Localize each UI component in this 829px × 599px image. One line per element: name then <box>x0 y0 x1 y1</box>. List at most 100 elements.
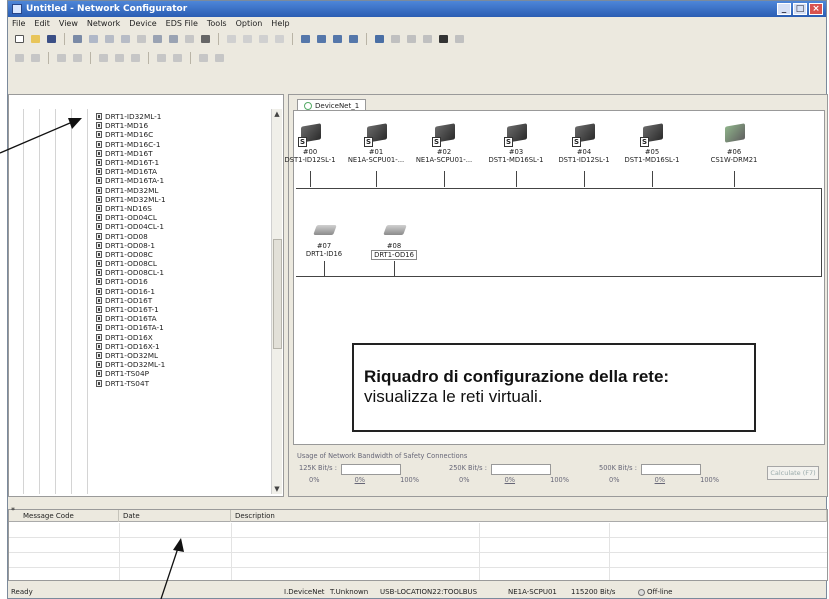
redo-icon[interactable] <box>119 33 132 45</box>
tree-item[interactable]: DRT1-MD16T-1 <box>96 158 166 167</box>
status-bar: Ready I.DeviceNet T.Unknown USB-LOCATION… <box>8 585 828 599</box>
safety-upload-icon[interactable] <box>55 52 68 64</box>
tree-item[interactable]: DRT1-MD16TA-1 <box>96 176 166 185</box>
save-icon[interactable] <box>45 33 58 45</box>
copy-icon[interactable] <box>241 33 254 45</box>
small-icons-icon[interactable] <box>315 33 328 45</box>
menu-file[interactable]: File <box>12 19 25 28</box>
network-device-node[interactable]: S #05 DST1-MD16SL-1 <box>620 123 684 164</box>
properties-icon[interactable] <box>71 33 84 45</box>
menu-network[interactable]: Network <box>87 19 120 28</box>
tree-item[interactable]: DRT1-ID32ML-1 <box>96 112 166 121</box>
large-icons-icon[interactable] <box>299 33 312 45</box>
scroll-up-icon[interactable]: ▲ <box>272 109 282 119</box>
tree-item[interactable]: DRT1-MD16 <box>96 121 166 130</box>
network-device-node[interactable]: S #03 DST1-MD16SL-1 <box>484 123 548 164</box>
verify-icon[interactable] <box>183 33 196 45</box>
network-device-node[interactable]: S #01 NE1A-SCPU01-... <box>344 123 408 164</box>
tree-item[interactable]: DRT1-OD16TA-1 <box>96 323 166 332</box>
move-device-icon[interactable] <box>129 52 142 64</box>
tree-item[interactable]: DRT1-OD16T-1 <box>96 305 166 314</box>
network-canvas[interactable]: Riquadro di configurazione della rete: v… <box>284 110 825 445</box>
network-device-node[interactable]: S #04 DST1-ID12SL-1 <box>552 123 616 164</box>
scroll-down-icon[interactable]: ▼ <box>272 484 282 494</box>
tree-item[interactable]: DRT1-TS04P <box>96 369 166 378</box>
network-device-node[interactable]: #06 CS1W-DRM21 <box>702 123 766 164</box>
network-device-node[interactable]: #07 DRT1-ID16 <box>292 217 356 258</box>
tree-item[interactable]: DRT1-OD32ML <box>96 351 166 360</box>
tree-scrollbar[interactable]: ▲ ▼ <box>271 109 282 494</box>
tree-item[interactable]: DRT1-ND16S <box>96 204 166 213</box>
upload-icon[interactable] <box>405 33 418 45</box>
new-file-icon[interactable] <box>13 33 26 45</box>
list-icon[interactable] <box>87 33 100 45</box>
tree-item[interactable]: DRT1-OD08CL <box>96 259 166 268</box>
tree-item[interactable]: DRT1-OD08C <box>96 250 166 259</box>
list-view-icon[interactable] <box>331 33 344 45</box>
menu-edit[interactable]: Edit <box>34 19 50 28</box>
calculate-button[interactable]: Calculate (F7) <box>767 466 819 480</box>
menu-view[interactable]: View <box>59 19 78 28</box>
online-icon[interactable] <box>13 52 26 64</box>
paste-icon[interactable] <box>257 33 270 45</box>
tree-item[interactable]: DRT1-TS04T <box>96 378 166 388</box>
print-icon[interactable] <box>199 33 212 45</box>
tree-item[interactable]: DRT1-MD16C-1 <box>96 140 166 149</box>
menu-help[interactable]: Help <box>271 19 289 28</box>
tree-item[interactable]: DRT1-OD08-1 <box>96 241 166 250</box>
safety-download-icon[interactable] <box>71 52 84 64</box>
undo-icon[interactable] <box>103 33 116 45</box>
tree-item[interactable]: DRT1-OD04CL-1 <box>96 222 166 231</box>
monitor-device-icon[interactable] <box>171 52 184 64</box>
column-description[interactable]: Description <box>231 509 827 522</box>
tree-item[interactable]: DRT1-MD32ML-1 <box>96 195 166 204</box>
delete-icon[interactable] <box>273 33 286 45</box>
tree-item[interactable]: DRT1-OD16 <box>96 277 166 286</box>
pin-icon[interactable]: * <box>11 506 15 515</box>
change-address-icon[interactable] <box>197 52 210 64</box>
scroll-thumb[interactable] <box>273 239 282 349</box>
remove-device-icon[interactable] <box>113 52 126 64</box>
details-view-icon[interactable] <box>347 33 360 45</box>
tree-item[interactable]: DRT1-OD16-1 <box>96 287 166 296</box>
monitor-icon[interactable] <box>437 33 450 45</box>
menu-tools[interactable]: Tools <box>207 19 227 28</box>
disconnect-icon[interactable] <box>389 33 402 45</box>
tree-item[interactable]: DRT1-MD16C <box>96 130 166 139</box>
cut-icon[interactable] <box>225 33 238 45</box>
menu-option[interactable]: Option <box>236 19 263 28</box>
lock-icon[interactable] <box>155 52 168 64</box>
close-button[interactable]: × <box>809 3 823 15</box>
network-device-node[interactable]: S #00 DST1-ID12SL-1 <box>278 123 342 164</box>
tree-item[interactable]: DRT1-OD16T <box>96 296 166 305</box>
tree-item[interactable]: DRT1-MD16T <box>96 149 166 158</box>
connect-icon[interactable] <box>373 33 386 45</box>
parameter-download-icon[interactable] <box>167 33 180 45</box>
find-icon[interactable] <box>135 33 148 45</box>
network-device-node[interactable]: S #02 NE1A-SCPU01-... <box>412 123 476 164</box>
download-icon[interactable] <box>421 33 434 45</box>
help-icon[interactable] <box>453 33 466 45</box>
change-baud-icon[interactable] <box>213 52 226 64</box>
tree-item[interactable]: DRT1-OD16X-1 <box>96 342 166 351</box>
add-device-icon[interactable] <box>97 52 110 64</box>
tree-item[interactable]: DRT1-OD16TA <box>96 314 166 323</box>
tree-item[interactable]: DRT1-OD08 <box>96 231 166 241</box>
tree-item[interactable]: DRT1-OD16X <box>96 333 166 342</box>
menu-device[interactable]: Device <box>129 19 156 28</box>
minimize-button[interactable]: _ <box>777 3 791 15</box>
network-device-node[interactable]: #08 DRT1-OD16 <box>362 217 426 260</box>
maximize-button[interactable]: □ <box>793 3 807 15</box>
open-folder-icon[interactable] <box>29 33 42 45</box>
reset-icon[interactable] <box>29 52 42 64</box>
parameter-upload-icon[interactable] <box>151 33 164 45</box>
column-date[interactable]: Date <box>119 509 231 522</box>
tree-item[interactable]: DRT1-MD16TA <box>96 167 166 176</box>
menu-eds-file[interactable]: EDS File <box>166 19 198 28</box>
tree-item[interactable]: DRT1-MD32ML <box>96 186 166 195</box>
tree-item[interactable]: DRT1-OD04CL <box>96 213 166 222</box>
device-icon <box>96 260 102 268</box>
tree-item[interactable]: DRT1-OD08CL-1 <box>96 268 166 277</box>
column-message-code[interactable]: Message Code <box>9 509 119 522</box>
tree-item[interactable]: DRT1-OD32ML-1 <box>96 360 166 369</box>
